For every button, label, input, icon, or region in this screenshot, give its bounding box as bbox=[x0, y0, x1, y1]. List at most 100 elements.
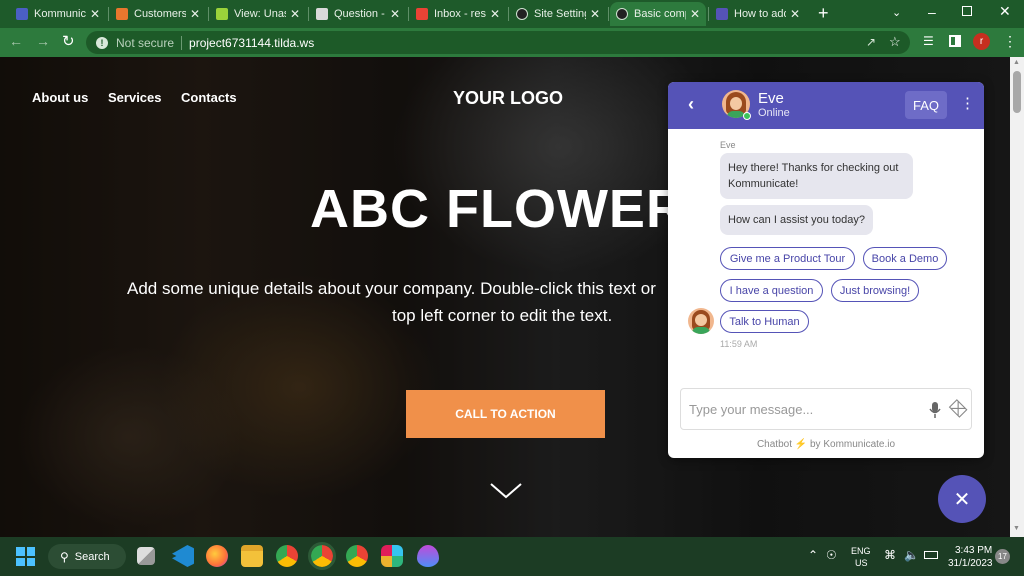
clock-date[interactable]: 31/1/2023 bbox=[948, 558, 993, 569]
agent-status: Online bbox=[758, 107, 790, 119]
tab-title: Basic comp bbox=[634, 8, 686, 20]
profile-avatar[interactable]: r bbox=[973, 33, 990, 50]
language-code[interactable]: ENG bbox=[851, 546, 871, 556]
tab-title: Customers bbox=[134, 8, 186, 20]
hero-description-line1: Add some unique details about your compa… bbox=[127, 279, 656, 298]
menu-icon[interactable]: ⋮ bbox=[1003, 33, 1017, 50]
paint-drop-icon[interactable] bbox=[417, 545, 439, 567]
site-logo[interactable]: YOUR LOGO bbox=[453, 88, 563, 109]
sidepanel-icon[interactable] bbox=[949, 35, 961, 47]
volume-icon[interactable]: 🔈 bbox=[904, 548, 919, 562]
reload-icon[interactable]: ↻ bbox=[62, 32, 75, 50]
microphone-icon[interactable] bbox=[929, 402, 941, 418]
tab-close-icon[interactable]: ✕ bbox=[90, 7, 100, 21]
minimize-icon[interactable]: – bbox=[928, 4, 936, 20]
tab-1[interactable]: Kommunica ✕ bbox=[10, 2, 106, 26]
nav-services[interactable]: Services bbox=[108, 90, 162, 105]
bot-avatar-small bbox=[688, 308, 714, 334]
tab-search-icon[interactable]: ⌄ bbox=[892, 6, 901, 19]
tab-title: How to add bbox=[734, 8, 786, 20]
document-icon bbox=[316, 8, 328, 20]
taskbar: ⚲ Search ⌃ ☉ ENG US ⌘ 🔈 3:43 PM 31/1/202… bbox=[0, 537, 1024, 576]
gmail-icon bbox=[416, 8, 428, 20]
chrome-icon-3[interactable] bbox=[346, 545, 368, 567]
quick-reply-book-demo[interactable]: Book a Demo bbox=[863, 247, 947, 270]
security-status: Not secure bbox=[116, 35, 175, 50]
tilda-icon bbox=[616, 8, 628, 20]
restore-icon[interactable] bbox=[962, 6, 972, 16]
browser-toolbar: ← → ↻ ! Not secure project6731144.tilda.… bbox=[0, 28, 1024, 57]
slack-icon[interactable] bbox=[381, 545, 403, 567]
nav-about[interactable]: About us bbox=[32, 90, 88, 105]
tab-close-icon[interactable]: ✕ bbox=[690, 7, 700, 21]
share-icon[interactable]: ↗ bbox=[866, 35, 876, 49]
scroll-down-chevron-icon[interactable] bbox=[490, 483, 522, 499]
tab-title: View: Unas: bbox=[234, 8, 286, 20]
quick-reply-browsing[interactable]: Just browsing! bbox=[831, 279, 919, 302]
chat-close-button[interactable]: ✕ bbox=[938, 475, 986, 523]
vscode-icon[interactable] bbox=[172, 545, 194, 567]
c-logo-icon bbox=[116, 8, 128, 20]
address-bar[interactable]: ! Not secure project6731144.tilda.ws ↗ ☆ bbox=[86, 31, 910, 54]
file-explorer-icon[interactable] bbox=[241, 545, 263, 567]
tab-separator bbox=[608, 7, 609, 21]
nav-contacts[interactable]: Contacts bbox=[181, 90, 237, 105]
tab-close-icon[interactable]: ✕ bbox=[190, 7, 200, 21]
bot-message-2: How can I assist you today? bbox=[720, 205, 873, 235]
quick-reply-talk-human[interactable]: Talk to Human bbox=[720, 310, 809, 333]
quick-reply-product-tour[interactable]: Give me a Product Tour bbox=[720, 247, 855, 270]
close-window-icon[interactable]: ✕ bbox=[999, 3, 1011, 20]
chat-menu-icon[interactable]: ⋮ bbox=[960, 94, 975, 112]
tab-close-icon[interactable]: ✕ bbox=[790, 7, 800, 21]
chrome-icon-2[interactable] bbox=[308, 542, 336, 570]
slash-icon bbox=[216, 8, 228, 20]
tab-close-icon[interactable]: ✕ bbox=[490, 7, 500, 21]
tab-3[interactable]: View: Unas: ✕ bbox=[210, 2, 306, 26]
windows-start-icon[interactable] bbox=[16, 547, 35, 566]
new-tab-button[interactable]: + bbox=[818, 3, 829, 24]
firefox-icon[interactable] bbox=[206, 545, 228, 567]
notification-badge[interactable]: 17 bbox=[995, 549, 1010, 564]
scroll-thumb[interactable] bbox=[1013, 71, 1021, 113]
message-input-placeholder: Type your message... bbox=[689, 402, 814, 417]
forward-icon[interactable]: → bbox=[36, 33, 50, 49]
task-view-icon[interactable] bbox=[137, 547, 155, 565]
chat-footer: Chatbot ⚡ by Kommunicate.io bbox=[756, 439, 896, 450]
chat-back-icon[interactable]: ‹ bbox=[688, 94, 694, 115]
tab-6[interactable]: Site Setting ✕ bbox=[510, 2, 606, 26]
cta-label: CALL TO ACTION bbox=[455, 407, 556, 421]
taskbar-search[interactable]: ⚲ Search bbox=[48, 544, 126, 569]
tilda-icon bbox=[516, 8, 528, 20]
message-input[interactable]: Type your message... ⌧ bbox=[680, 388, 972, 430]
quick-reply-question[interactable]: I have a question bbox=[720, 279, 823, 302]
tab-title: Kommunica bbox=[34, 8, 86, 20]
online-indicator bbox=[743, 112, 751, 120]
clock-time[interactable]: 3:43 PM bbox=[955, 545, 992, 556]
tab-5[interactable]: Inbox - resh ✕ bbox=[410, 2, 506, 26]
tab-2[interactable]: Customers ✕ bbox=[110, 2, 206, 26]
cta-button[interactable]: CALL TO ACTION bbox=[406, 390, 605, 438]
url-text: project6731144.tilda.ws bbox=[189, 35, 315, 50]
hero-headline: ABC FLOWERS bbox=[310, 179, 723, 239]
vpn-icon[interactable]: ☉ bbox=[826, 548, 837, 562]
back-icon[interactable]: ← bbox=[9, 33, 23, 49]
attachment-icon[interactable]: ⌧ bbox=[945, 397, 970, 421]
language-region[interactable]: US bbox=[855, 558, 868, 568]
bookmark-star-icon[interactable]: ☆ bbox=[889, 34, 901, 50]
media-icon[interactable]: ☰ bbox=[923, 34, 934, 48]
search-icon: ⚲ bbox=[60, 549, 69, 564]
chrome-icon-1[interactable] bbox=[276, 545, 298, 567]
wifi-icon[interactable]: ⌘ bbox=[884, 548, 896, 562]
tab-4[interactable]: Question - ! ✕ bbox=[310, 2, 406, 26]
tab-close-icon[interactable]: ✕ bbox=[290, 7, 300, 21]
tab-strip: Kommunica✕Customers✕View: Unas:✕Question… bbox=[0, 0, 1024, 28]
tab-close-icon[interactable]: ✕ bbox=[390, 7, 400, 21]
battery-icon[interactable] bbox=[924, 551, 938, 559]
tab-7[interactable]: Basic comp ✕ bbox=[610, 2, 706, 26]
faq-button[interactable]: FAQ bbox=[905, 91, 947, 119]
message-time: 11:59 AM bbox=[720, 339, 758, 349]
tab-8[interactable]: How to add ✕ bbox=[710, 2, 806, 26]
tab-close-icon[interactable]: ✕ bbox=[590, 7, 600, 21]
page-scrollbar[interactable]: ▲ ▼ bbox=[1010, 57, 1024, 537]
show-hidden-icons[interactable]: ⌃ bbox=[808, 548, 818, 562]
